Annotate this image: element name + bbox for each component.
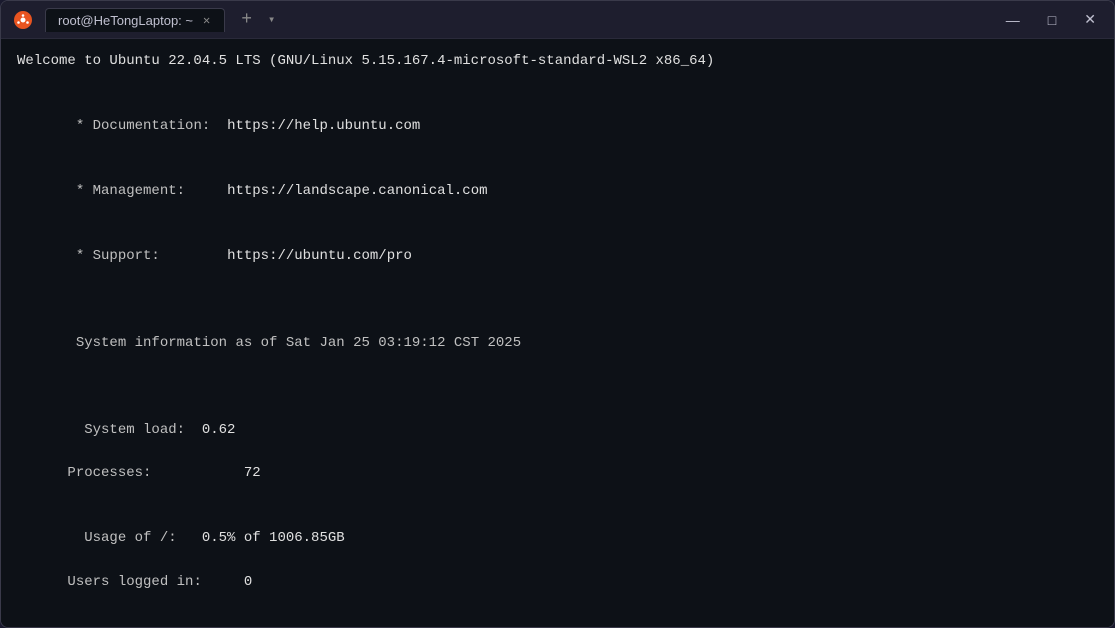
processes-label: Processes: bbox=[67, 465, 243, 481]
close-button[interactable]: ✕ bbox=[1078, 9, 1102, 30]
doc-line: * Documentation: https://help.ubuntu.com bbox=[17, 94, 1098, 159]
support-url: https://ubuntu.com/pro bbox=[227, 248, 412, 264]
window-controls: — □ ✕ bbox=[1000, 9, 1102, 30]
terminal-body[interactable]: Welcome to Ubuntu 22.04.5 LTS (GNU/Linux… bbox=[1, 39, 1114, 627]
sysinfo-date-text: System information as of Sat Jan 25 03:1… bbox=[67, 335, 521, 351]
support-label: * Support: bbox=[67, 248, 227, 264]
blank-line-2 bbox=[17, 290, 1098, 312]
tab-close-icon[interactable]: ✕ bbox=[201, 13, 212, 28]
mgmt-line: * Management: https://landscape.canonica… bbox=[17, 159, 1098, 224]
blank-line-1 bbox=[17, 73, 1098, 95]
tab-dropdown-button[interactable]: ▾ bbox=[268, 12, 275, 27]
processes-val: 72 bbox=[244, 465, 261, 481]
tab-title: root@HeTongLaptop: ~ bbox=[58, 13, 193, 28]
terminal-tab[interactable]: root@HeTongLaptop: ~ ✕ bbox=[45, 8, 225, 32]
titlebar: root@HeTongLaptop: ~ ✕ + ▾ — □ ✕ bbox=[1, 1, 1114, 39]
terminal-window: root@HeTongLaptop: ~ ✕ + ▾ — □ ✕ Welcome… bbox=[0, 0, 1115, 628]
users-label: Users logged in: bbox=[67, 574, 243, 590]
sysload-val: 0.62 bbox=[202, 422, 236, 438]
blank-line-3 bbox=[17, 376, 1098, 398]
processes-pad bbox=[67, 443, 151, 459]
users-val: 0 bbox=[244, 574, 252, 590]
users-pad bbox=[67, 552, 92, 568]
welcome-line: Welcome to Ubuntu 22.04.5 LTS (GNU/Linux… bbox=[17, 51, 1098, 73]
add-tab-button[interactable]: + bbox=[233, 10, 260, 30]
usage-label: Usage of /: bbox=[67, 530, 201, 546]
support-line: * Support: https://ubuntu.com/pro bbox=[17, 225, 1098, 290]
mgmt-label: * Management: bbox=[67, 183, 227, 199]
maximize-button[interactable]: □ bbox=[1042, 10, 1062, 30]
minimize-button[interactable]: — bbox=[1000, 10, 1026, 30]
sysinfo-date-line: System information as of Sat Jan 25 03:1… bbox=[17, 311, 1098, 376]
ubuntu-icon bbox=[13, 10, 33, 30]
sysinfo-row1: System load: 0.62 Processes: 72 bbox=[17, 398, 1098, 506]
sysinfo-row2: Usage of /: 0.5% of 1006.85GB Users logg… bbox=[17, 506, 1098, 614]
sysload-label: System load: bbox=[67, 422, 201, 438]
sysinfo-row3: Memory usage: 6% IPv4 address for eth0: … bbox=[17, 615, 1098, 627]
usage-val: 0.5% of 1006.85GB bbox=[202, 530, 345, 546]
doc-url: https://help.ubuntu.com bbox=[227, 118, 420, 134]
mgmt-url: https://landscape.canonical.com bbox=[227, 183, 487, 199]
doc-label: * Documentation: bbox=[67, 118, 227, 134]
